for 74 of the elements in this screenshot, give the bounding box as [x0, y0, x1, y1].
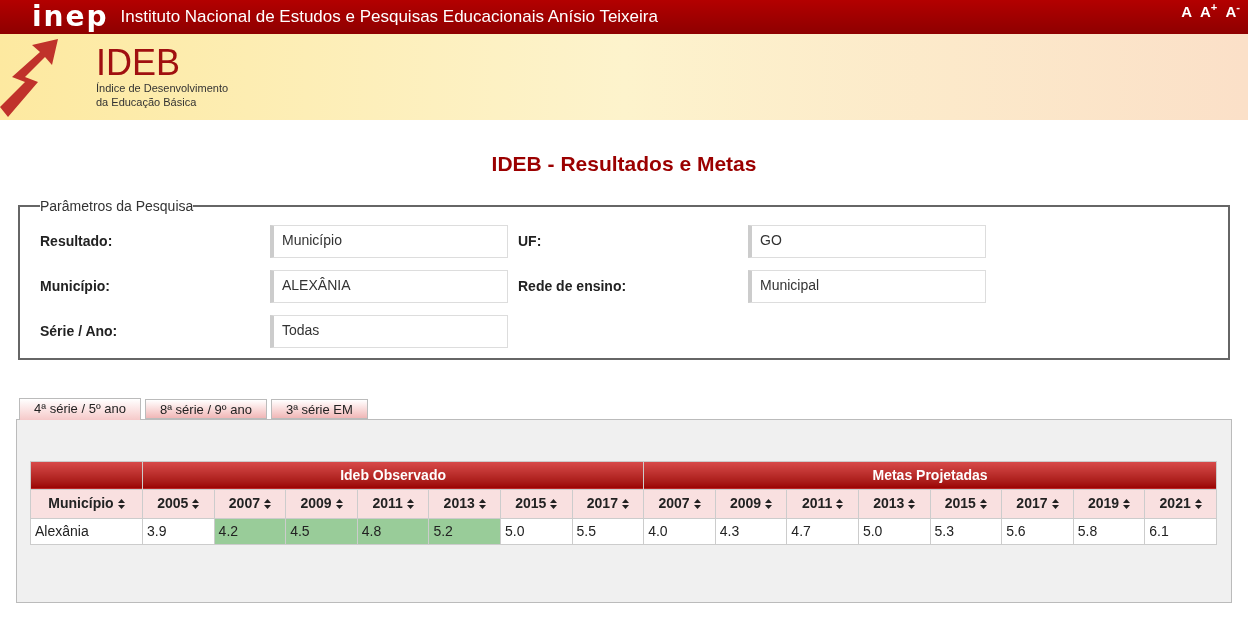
logo[interactable]: inep: [32, 3, 109, 31]
tab[interactable]: 3ª série EM: [270, 398, 368, 419]
column-header[interactable]: 2007: [214, 489, 286, 518]
table-cell: Alexânia: [30, 518, 143, 544]
sort-icon: [1123, 499, 1131, 510]
column-header[interactable]: 2017: [1001, 489, 1074, 518]
banner-subtitle: Índice de Desenvolvimento: [96, 81, 229, 95]
column-header[interactable]: 2007: [643, 489, 716, 518]
field-value[interactable]: Municipal: [748, 269, 986, 303]
field-label: Município:: [40, 276, 111, 296]
sort-icon: [406, 499, 414, 510]
table-cell: 5.8: [1073, 518, 1145, 544]
column-header[interactable]: 2019: [1073, 489, 1145, 518]
table-cell: 5.6: [1001, 518, 1074, 544]
sort-icon: [1051, 499, 1059, 510]
field-label: Rede de ensino:: [518, 276, 628, 296]
field-value[interactable]: Município: [270, 224, 508, 258]
table-cell: 5.5: [572, 518, 644, 544]
header-title: Instituto Nacional de Estudos e Pesquisas Educacionais Anísio Teixeira: [120, 6, 658, 29]
field-label: Resultado:: [40, 231, 114, 251]
table-cell: 5.0: [500, 518, 573, 544]
sort-icon: [693, 499, 701, 510]
params-legend: Parâmetros da Pesquisa: [40, 195, 194, 217]
column-header[interactable]: 2009: [715, 489, 787, 518]
table-cell: 5.0: [858, 518, 931, 544]
sort-icon: [192, 499, 200, 510]
tab[interactable]: 4ª série / 5º ano: [19, 397, 141, 420]
field-label: Série / Ano:: [40, 321, 119, 341]
table-cell: 4.8: [357, 518, 429, 544]
sort-icon: [335, 499, 343, 510]
table-cell: 6.1: [1144, 518, 1217, 544]
arrow-logo-icon: [0, 37, 60, 117]
column-header[interactable]: 2011: [786, 489, 859, 518]
column-header[interactable]: 2009: [285, 489, 358, 518]
sort-icon: [765, 499, 773, 510]
column-header[interactable]: 2011: [357, 489, 429, 518]
font-size-button[interactable]: A$^{+}$: [1200, 4, 1218, 19]
sort-icon: [263, 499, 271, 510]
banner-subtitle: da Educação Básica: [96, 95, 198, 109]
sort-icon: [979, 499, 987, 510]
tab[interactable]: 8ª série / 9º ano: [144, 398, 267, 419]
field-label: UF:: [518, 231, 543, 251]
group-header: Metas Projetadas: [643, 461, 1217, 489]
table-cell: 4.0: [643, 518, 716, 544]
sort-icon: [1194, 499, 1202, 510]
column-header[interactable]: 2021: [1144, 489, 1217, 518]
sort-icon: [117, 499, 125, 510]
table-cell: 5.3: [930, 518, 1002, 544]
font-size-button[interactable]: A: [1181, 4, 1192, 19]
field-value[interactable]: Todas: [270, 314, 508, 348]
column-header[interactable]: 2015: [930, 489, 1002, 518]
table-cell: 4.2: [214, 518, 286, 544]
column-header[interactable]: 2005: [142, 489, 215, 518]
sort-icon: [836, 499, 844, 510]
sort-icon: [621, 499, 629, 510]
column-header[interactable]: 2017: [572, 489, 644, 518]
table-cell: 3.9: [142, 518, 215, 544]
field-value[interactable]: GO: [748, 224, 986, 258]
column-header[interactable]: 2013: [858, 489, 931, 518]
font-size-button[interactable]: A$^{-}$: [1225, 4, 1240, 19]
field-value[interactable]: ALEXÂNIA: [270, 269, 508, 303]
table-cell: 4.7: [786, 518, 859, 544]
column-header[interactable]: 2013: [428, 489, 501, 518]
group-header: Ideb Observado: [142, 461, 644, 489]
sort-icon: [550, 499, 558, 510]
banner-title: IDEB: [96, 45, 182, 81]
column-header[interactable]: 2015: [500, 489, 573, 518]
sort-icon: [908, 499, 916, 510]
column-header[interactable]: Município: [30, 489, 143, 518]
sort-icon: [478, 499, 486, 510]
table-cell: 4.3: [715, 518, 787, 544]
table-cell: 4.5: [285, 518, 358, 544]
table-cell: 5.2: [428, 518, 501, 544]
page-title: IDEB - Resultados e Metas: [490, 151, 758, 177]
